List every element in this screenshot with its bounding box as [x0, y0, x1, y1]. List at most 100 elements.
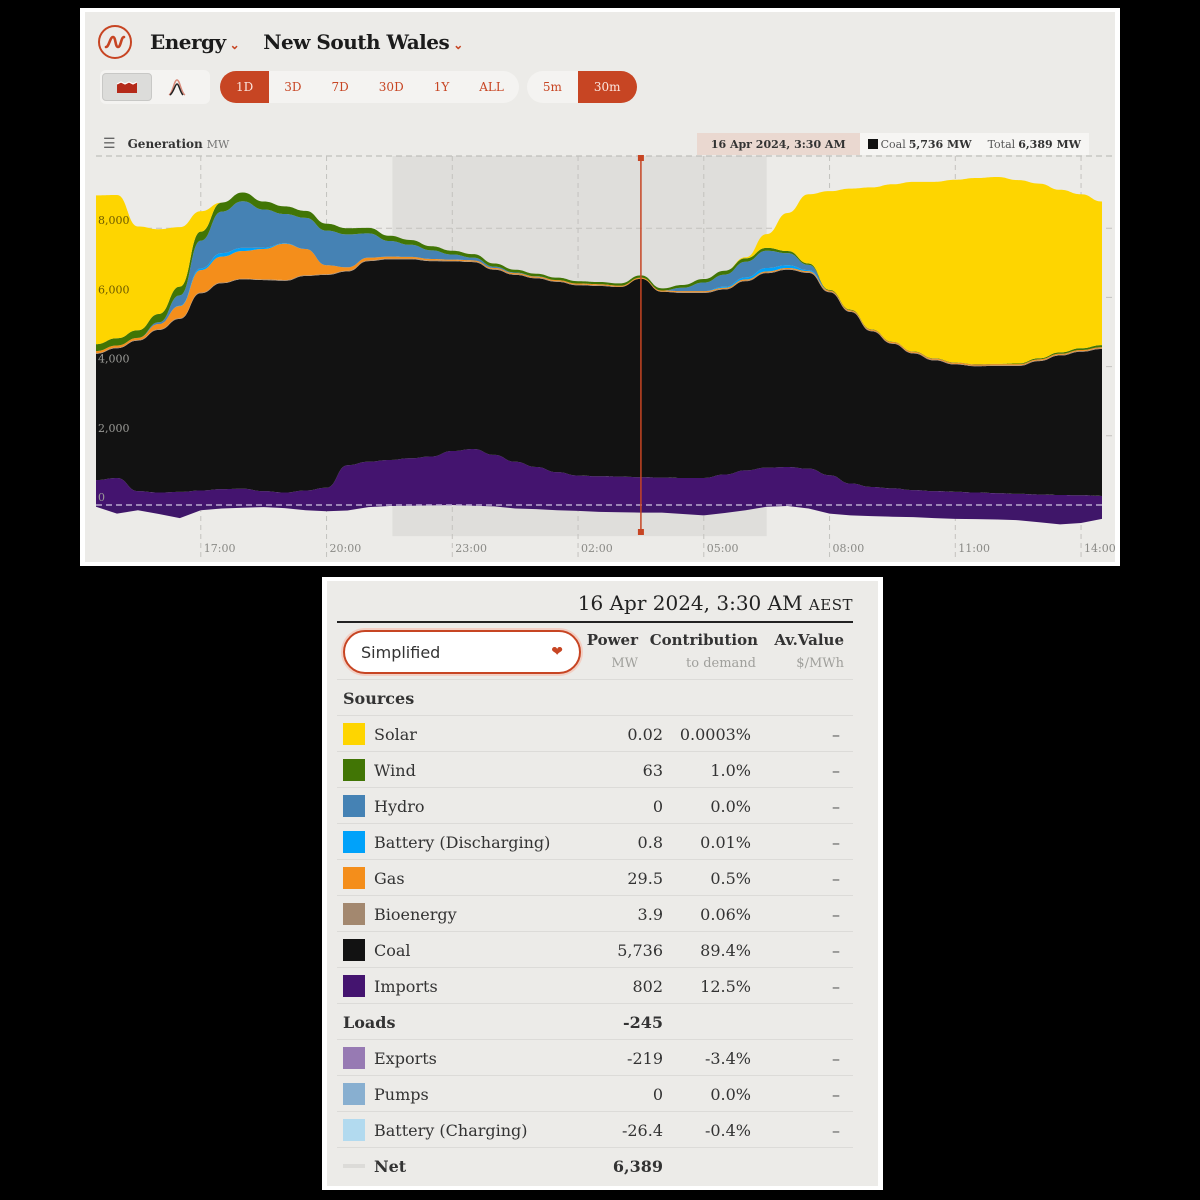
table-date-text: 16 Apr 2024, 3:30 AM — [577, 591, 803, 615]
generation-chart[interactable]: 0 2,000 4,000 6,000 8,000 17:00 20:00 23:00 02:0… — [85, 12, 1115, 562]
row-contribution: 12.5% — [700, 976, 751, 996]
row-contribution: 0.0% — [710, 796, 751, 816]
row-power: 0 — [652, 796, 663, 816]
table-panel-inner: 16 Apr 2024, 3:30 AM AEST Simplified ❤ P… — [327, 581, 878, 1186]
legend-swatch-icon — [343, 867, 365, 889]
chart-panel: Energy ⌄ New South Wales ⌄ 1D 3D 7D 30D 1Y ALL … — [80, 8, 1120, 566]
loads-group-total: -245 — [622, 1012, 663, 1032]
table-row-imports[interactable]: Imports 802 12.5% – — [337, 967, 853, 1004]
row-av-value: – — [832, 796, 840, 816]
row-name: Battery (Discharging) — [374, 832, 551, 852]
net-value: 6,389 — [612, 1156, 663, 1176]
sources-group: Sources — [337, 679, 853, 716]
table-row-wind[interactable]: Wind 63 1.0% – — [337, 751, 853, 788]
row-contribution: 0.0% — [710, 1084, 751, 1104]
legend-swatch-icon — [343, 939, 365, 961]
row-power: 3.9 — [637, 904, 663, 924]
row-name: Solar — [374, 724, 417, 744]
row-av-value: – — [832, 976, 840, 996]
row-av-value: – — [832, 868, 840, 888]
row-power: -219 — [627, 1048, 663, 1068]
row-power: 802 — [632, 976, 663, 996]
table-mode-select[interactable]: Simplified ❤ — [343, 630, 581, 674]
row-av-value: – — [832, 760, 840, 780]
row-power: 63 — [642, 760, 663, 780]
table-row-solar[interactable]: Solar 0.02 0.0003% – — [337, 715, 853, 752]
legend-swatch-icon — [343, 795, 365, 817]
row-name: Hydro — [374, 796, 425, 816]
row-contribution: 1.0% — [710, 760, 751, 780]
table-row-battery-discharging[interactable]: Battery (Discharging) 0.8 0.01% – — [337, 823, 853, 860]
row-av-value: – — [832, 1120, 840, 1140]
row-contribution: 0.5% — [710, 868, 751, 888]
net-row: Net 6,389 — [337, 1147, 853, 1184]
x-tick-label: 05:00 — [707, 542, 739, 555]
y-tick-label: 8,000 — [98, 214, 130, 227]
net-line-icon — [343, 1164, 365, 1168]
y-tick-label: 4,000 — [98, 353, 130, 366]
row-contribution: 0.06% — [700, 904, 751, 924]
legend-swatch-icon — [343, 1047, 365, 1069]
row-av-value: – — [832, 1048, 840, 1068]
row-power: 0.8 — [637, 832, 663, 852]
chevron-down-icon: ❤ — [551, 644, 563, 660]
row-name: Imports — [374, 976, 438, 996]
row-contribution: 89.4% — [700, 940, 751, 960]
row-av-value: – — [832, 904, 840, 924]
y-tick-label: 2,000 — [98, 422, 130, 435]
row-av-value: – — [832, 832, 840, 852]
row-contribution: 0.01% — [700, 832, 751, 852]
column-header-power[interactable]: Power — [587, 631, 638, 649]
legend-swatch-icon — [343, 723, 365, 745]
column-sub-power: MW — [611, 656, 638, 671]
row-power: 0 — [652, 1084, 663, 1104]
row-power: 0.02 — [627, 724, 663, 744]
x-tick-label: 11:00 — [958, 542, 990, 555]
sources-group-label: Sources — [343, 688, 415, 708]
row-name: Pumps — [374, 1084, 429, 1104]
row-av-value: – — [832, 940, 840, 960]
table-row-hydro[interactable]: Hydro 0 0.0% – — [337, 787, 853, 824]
hover-cursor-top-handle[interactable] — [637, 155, 644, 161]
loads-group-label: Loads — [343, 1012, 396, 1032]
table-mode-value: Simplified — [361, 642, 441, 662]
legend-swatch-icon — [343, 1119, 365, 1141]
legend-swatch-icon — [343, 975, 365, 997]
table-timezone: AEST — [808, 596, 853, 614]
row-name: Bioenergy — [374, 904, 457, 924]
legend-swatch-icon — [343, 759, 365, 781]
hover-cursor-bottom-handle[interactable] — [637, 529, 644, 535]
column-header-contribution[interactable]: Contribution — [650, 631, 758, 649]
row-power: -26.4 — [621, 1120, 663, 1140]
table-divider — [337, 621, 853, 623]
x-tick-label: 23:00 — [455, 542, 487, 555]
legend-swatch-icon — [343, 1083, 365, 1105]
table-row-battery-charging[interactable]: Battery (Charging) -26.4 -0.4% – — [337, 1111, 853, 1148]
column-sub-contribution: to demand — [686, 656, 756, 671]
row-name: Coal — [374, 940, 411, 960]
x-tick-label: 20:00 — [330, 542, 362, 555]
row-contribution: 0.0003% — [679, 724, 751, 744]
table-row-pumps[interactable]: Pumps 0 0.0% – — [337, 1075, 853, 1112]
x-tick-label: 08:00 — [833, 542, 865, 555]
row-av-value: – — [832, 1084, 840, 1104]
row-power: 29.5 — [627, 868, 663, 888]
x-tick-label: 17:00 — [204, 542, 236, 555]
column-sub-av-value: $/MWh — [796, 656, 844, 671]
y-tick-label: 6,000 — [98, 283, 130, 296]
table-row-gas[interactable]: Gas 29.5 0.5% – — [337, 859, 853, 896]
legend-swatch-icon — [343, 831, 365, 853]
table-panel: 16 Apr 2024, 3:30 AM AEST Simplified ❤ P… — [322, 577, 883, 1190]
row-contribution: -0.4% — [704, 1120, 751, 1140]
y-tick-label: 0 — [98, 491, 105, 504]
table-row-coal[interactable]: Coal 5,736 89.4% – — [337, 931, 853, 968]
row-contribution: -3.4% — [704, 1048, 751, 1068]
x-tick-label: 02:00 — [581, 542, 613, 555]
row-power: 5,736 — [617, 940, 663, 960]
row-av-value: – — [832, 724, 840, 744]
column-header-av-value[interactable]: Av.Value — [774, 631, 844, 649]
row-name: Exports — [374, 1048, 437, 1068]
table-row-bioenergy[interactable]: Bioenergy 3.9 0.06% – — [337, 895, 853, 932]
table-row-exports[interactable]: Exports -219 -3.4% – — [337, 1039, 853, 1076]
chart-panel-inner: Energy ⌄ New South Wales ⌄ 1D 3D 7D 30D 1Y ALL … — [85, 12, 1115, 562]
